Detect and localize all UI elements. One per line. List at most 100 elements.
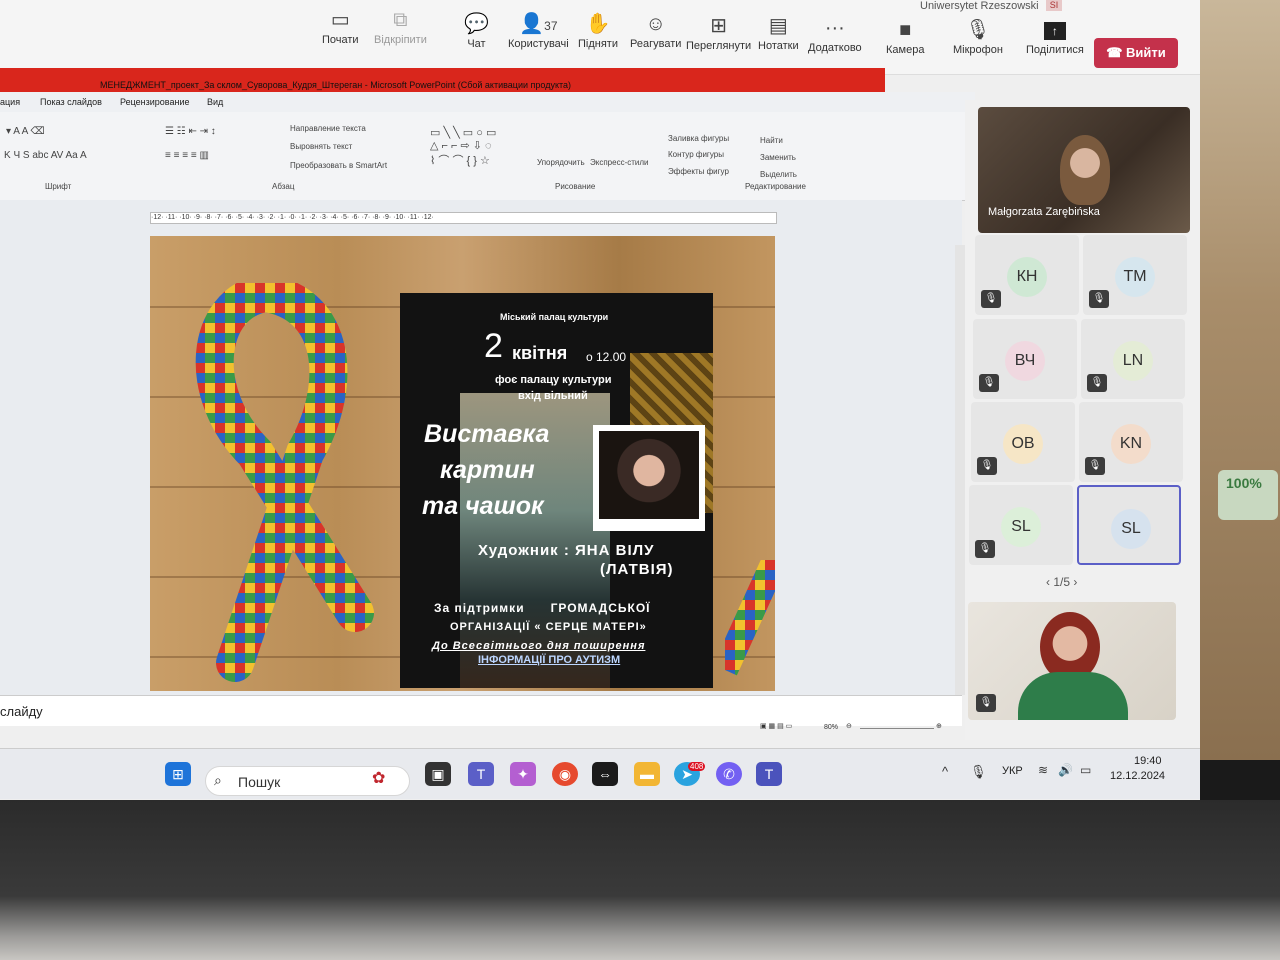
- tab-review[interactable]: Рецензирование: [120, 97, 190, 107]
- tab-slideshow[interactable]: Показ слайдов: [40, 97, 102, 107]
- group-paragraph-label: Абзац: [272, 182, 295, 191]
- mic-off-icon: 🎙: [1087, 374, 1107, 392]
- poster-title-line1: Виставка: [424, 420, 550, 448]
- font-controls[interactable]: ▾ A A ⌫: [6, 126, 45, 137]
- artist-photo: [593, 425, 705, 531]
- copilot-icon[interactable]: ✦: [510, 762, 536, 786]
- align-controls[interactable]: ≡ ≡ ≡ ≡ ▥: [165, 150, 209, 161]
- share-screen-icon: ▭: [330, 9, 350, 31]
- ppt-ribbon: ▾ A A ⌫ K Ч S abc AV Aa A ☰ ☷ ⇤ ⇥ ↕ ≡ ≡ …: [0, 112, 975, 201]
- shapes-gallery[interactable]: ▭ ╲ ╲ ▭ ○ ▭ △ ⌐ ⌐ ⇨ ⇩ ◌ ⌇ ⌒ ⌒ { } ☆: [430, 126, 496, 168]
- participant-tile[interactable]: ОВ 🎙: [971, 402, 1075, 482]
- chat-icon: 💬: [464, 13, 489, 35]
- input-language[interactable]: УКР: [1002, 765, 1023, 777]
- react-button[interactable]: ☺ Реагувати: [630, 10, 681, 50]
- chevron-up-icon[interactable]: ^: [942, 764, 948, 779]
- participant-tile[interactable]: LN 🎙: [1081, 319, 1185, 399]
- speaker-name: Małgorzata Zarębińska: [988, 206, 1100, 218]
- wifi-icon[interactable]: ≋: [1038, 763, 1048, 777]
- clock-date[interactable]: 12.12.2024: [1110, 770, 1165, 782]
- share-tray-button[interactable]: ↑ Поділитися: [1026, 22, 1084, 56]
- file-explorer-icon[interactable]: ▬: [634, 762, 660, 786]
- notes-placeholder: слайду: [0, 704, 43, 719]
- zoom-out-icon[interactable]: ⊖: [846, 722, 852, 730]
- people-button[interactable]: 👤37 Користувачі: [508, 10, 569, 50]
- background-wall: 100%: [1188, 0, 1280, 760]
- unpin-button[interactable]: ⧉ Відкріпити: [374, 6, 427, 46]
- people-count: 37: [544, 19, 558, 33]
- battery-icon[interactable]: ▭: [1080, 763, 1091, 777]
- teamviewer-icon[interactable]: ⇔: [592, 762, 618, 786]
- find-button[interactable]: Найти: [760, 136, 783, 145]
- view-button[interactable]: ⊞ Переглянути: [686, 12, 751, 52]
- shape-fill-button[interactable]: Заливка фигуры: [668, 134, 729, 143]
- event-entry: вхід вільний: [518, 390, 588, 402]
- task-view-icon[interactable]: ▣: [425, 762, 451, 786]
- host-name: Uniwersytet Rzeszowski: [920, 0, 1039, 12]
- select-button[interactable]: Выделить: [760, 170, 797, 179]
- volume-icon[interactable]: 🔊: [1058, 763, 1073, 777]
- more-button[interactable]: ··· Додатково: [808, 14, 862, 54]
- text-direction-button[interactable]: Направление текста: [290, 124, 366, 133]
- group-font-label: Шрифт: [45, 182, 72, 191]
- view-buttons[interactable]: ▣ ▦ ▤ ▭: [760, 722, 792, 730]
- chevron-right-icon[interactable]: ›: [1070, 575, 1077, 589]
- clock-time[interactable]: 19:40: [1134, 755, 1162, 767]
- participant-tile[interactable]: KN 🎙: [1079, 402, 1183, 482]
- viber-icon[interactable]: ✆: [716, 762, 742, 786]
- unpin-icon: ⧉: [393, 9, 408, 31]
- share-button[interactable]: ▭ Почати: [322, 6, 359, 46]
- participant-tile[interactable]: SL 🎙: [969, 485, 1073, 565]
- chrome-icon[interactable]: ◉: [552, 762, 578, 786]
- font-style-controls[interactable]: K Ч S abc AV Aa A: [4, 150, 87, 161]
- artist-country: (ЛАТВІЯ): [600, 561, 674, 578]
- microphone-icon: 🎙: [965, 19, 991, 41]
- participant-tile[interactable]: ВЧ 🎙: [973, 319, 1077, 399]
- list-controls[interactable]: ☰ ☷ ⇤ ⇥ ↕: [165, 126, 216, 137]
- share-icon: ↑: [1043, 22, 1066, 40]
- search-placeholder: Пошук: [238, 774, 281, 790]
- tab-view[interactable]: Вид: [207, 97, 223, 107]
- tab-animation[interactable]: ация: [0, 97, 20, 107]
- participant-tile[interactable]: ТМ 🎙: [1083, 235, 1187, 315]
- raise-hand-icon: ✋: [585, 13, 611, 35]
- raise-hand-button[interactable]: ✋ Підняти: [578, 10, 618, 50]
- start-icon[interactable]: ⊞: [165, 762, 191, 786]
- participant-tile-active[interactable]: SL: [1077, 485, 1181, 565]
- poster-title-line3: та чашок: [422, 492, 544, 520]
- leave-button[interactable]: ☎ Вийти: [1094, 38, 1178, 68]
- replace-button[interactable]: Заменить: [760, 153, 796, 162]
- mic-off-icon: 🎙: [977, 457, 997, 475]
- smartart-button[interactable]: Преобразовать в SmartArt: [290, 161, 387, 170]
- zoom-level: 80%: [824, 724, 839, 731]
- microphone-button[interactable]: 🎙 Мікрофон: [953, 16, 1003, 56]
- chat-button[interactable]: 💬 Чат: [464, 10, 489, 50]
- notes-button[interactable]: ▤ Нотатки: [758, 12, 799, 52]
- mic-tray-icon[interactable]: 🎙: [970, 764, 987, 780]
- participant-tile[interactable]: КН 🎙: [975, 235, 1079, 315]
- date-day: 2: [484, 327, 503, 365]
- zoom-in-icon[interactable]: ⊕: [936, 722, 942, 730]
- awareness-day-line2: ІНФОРМАЦІЇ ПРО АУТИЗМ: [478, 654, 621, 666]
- poinsettia-icon: ✿: [372, 770, 386, 787]
- align-text-button[interactable]: Выровнять текст: [290, 142, 352, 151]
- quick-styles-button[interactable]: Экспресс-стили: [590, 158, 649, 167]
- shape-outline-button[interactable]: Контур фигуры: [668, 150, 724, 159]
- date-month: квітня: [512, 343, 568, 363]
- vertical-scrollbar[interactable]: [955, 245, 965, 695]
- zoom-slider[interactable]: [860, 728, 934, 729]
- zoom-bar: ▣ ▦ ▤ ▭ 80% ⊖ ⊕: [760, 720, 970, 736]
- teams-icon[interactable]: T: [468, 762, 494, 786]
- mic-off-icon: 🎙: [981, 290, 1001, 308]
- self-video-tile[interactable]: 🎙: [968, 602, 1176, 720]
- shape-effects-button[interactable]: Эффекты фигур: [668, 167, 729, 176]
- search-icon: ⌕: [214, 772, 222, 788]
- teams-meeting-icon[interactable]: T: [756, 762, 782, 786]
- support-line2: ОРГАНІЗАЦІЇ « СЕРЦЕ МАТЕРІ»: [450, 621, 647, 633]
- people-icon: 👤37: [519, 13, 558, 35]
- camera-button[interactable]: ■ Камера: [886, 16, 924, 56]
- arrange-button[interactable]: Упорядочить: [537, 158, 585, 167]
- ribbon-tail-image: [725, 560, 775, 676]
- more-icon: ···: [824, 17, 845, 39]
- laptop-screen: Uniwersytet Rzeszowski SI ▭ Почати ⧉ Від…: [0, 0, 1200, 800]
